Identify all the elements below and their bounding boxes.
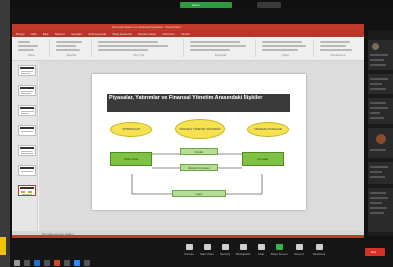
taskbar-app-icon[interactable] bbox=[54, 260, 60, 266]
control-label: Reactions bbox=[312, 252, 326, 256]
people-icon bbox=[239, 244, 247, 250]
slide-thumbnail[interactable] bbox=[18, 85, 36, 96]
arrow-return-to-right bbox=[226, 174, 263, 195]
taskbar-app-icon[interactable] bbox=[64, 260, 70, 266]
zoom-title-pill[interactable]: Zoom bbox=[180, 2, 232, 8]
slide-thumbnail-pane[interactable] bbox=[12, 61, 38, 231]
os-taskbar bbox=[10, 259, 210, 267]
taskbar-app-icon[interactable] bbox=[74, 260, 80, 266]
zoom-title: Zoom bbox=[192, 3, 200, 7]
record-icon bbox=[295, 244, 303, 250]
security-button[interactable]: Security bbox=[218, 244, 232, 260]
menu-item[interactable]: Ekle bbox=[43, 32, 49, 36]
participant-tile[interactable] bbox=[368, 40, 393, 70]
slide-thumbnail[interactable] bbox=[18, 165, 36, 176]
end-label: End bbox=[371, 250, 377, 254]
slide-thumbnail[interactable] bbox=[18, 105, 36, 116]
control-label: Chat bbox=[258, 252, 264, 256]
box-label: Yatırımcılar bbox=[123, 157, 139, 161]
box-return: Getiri bbox=[172, 190, 226, 197]
ribbon-group-drawing[interactable]: Çizim bbox=[258, 39, 314, 57]
ppt-title-bar: Finansal Sistem ve Finansal Piyasalar - … bbox=[12, 24, 364, 31]
menu-item[interactable]: Yardım bbox=[181, 32, 190, 36]
view-options-button[interactable] bbox=[257, 2, 281, 8]
box-funds: Fonlar bbox=[180, 148, 218, 155]
share-screen-button[interactable]: Share Screen bbox=[270, 244, 288, 260]
box-firms: Firmalar bbox=[242, 152, 284, 166]
box-investors: Yatırımcılar bbox=[110, 152, 152, 166]
participant-tile[interactable] bbox=[368, 98, 393, 124]
reactions-button[interactable]: Reactions bbox=[312, 244, 326, 260]
box-label: Menkul Kıymetler bbox=[188, 165, 210, 170]
ppt-status-bar bbox=[12, 235, 364, 238]
microphone-icon bbox=[185, 244, 193, 250]
control-label: Unmute bbox=[184, 252, 194, 256]
ppt-window-title: Finansal Sistem ve Finansal Piyasalar - … bbox=[112, 26, 181, 29]
desk-background bbox=[0, 0, 10, 267]
participant-avatar bbox=[376, 134, 386, 144]
ribbon-group-font[interactable]: Yazı Tipi bbox=[94, 39, 184, 57]
ribbon-group-slides[interactable]: Slaytlar bbox=[52, 39, 92, 57]
sticky-note bbox=[0, 237, 6, 255]
box-label: Getiri bbox=[195, 191, 203, 196]
slide-thumbnail[interactable] bbox=[18, 145, 36, 156]
menu-item[interactable]: Geçişler bbox=[71, 32, 82, 36]
ribbon-group-label: Pano bbox=[27, 53, 35, 57]
taskbar-app-icon[interactable] bbox=[34, 260, 40, 266]
ribbon-group-label: Çizim bbox=[281, 53, 290, 57]
participant-tile[interactable] bbox=[368, 162, 393, 184]
screen: Zoom Finansal Sistem ve Finansal Piyasal… bbox=[0, 0, 393, 267]
participants-panel bbox=[368, 30, 393, 236]
control-label: Participants bbox=[235, 252, 251, 256]
control-label: Start Video bbox=[200, 252, 214, 256]
share-icon bbox=[275, 244, 283, 250]
chat-button[interactable]: Chat bbox=[254, 244, 268, 260]
taskbar-app-icon[interactable] bbox=[44, 260, 50, 266]
zoom-top-bar: Zoom bbox=[10, 0, 393, 10]
taskbar-app-icon[interactable] bbox=[24, 260, 30, 266]
participant-avatar bbox=[372, 43, 379, 50]
control-label: Share Screen bbox=[270, 252, 288, 256]
menu-item[interactable]: Tasarım bbox=[55, 32, 66, 36]
ribbon-group-label: Paragraf bbox=[214, 53, 227, 57]
smiley-icon bbox=[315, 244, 323, 250]
end-meeting-button[interactable]: End bbox=[365, 248, 385, 256]
control-label: Record bbox=[294, 252, 304, 256]
powerpoint-window: Finansal Sistem ve Finansal Piyasalar - … bbox=[12, 24, 364, 238]
box-securities: Menkul Kıymetler bbox=[180, 164, 218, 171]
ribbon-group-clipboard[interactable]: Pano bbox=[14, 39, 50, 57]
participants-button[interactable]: Participants bbox=[236, 244, 250, 260]
shield-icon bbox=[221, 244, 229, 250]
slide-thumbnail[interactable] bbox=[18, 65, 36, 76]
chat-icon bbox=[257, 244, 265, 250]
box-label: Firmalar bbox=[257, 157, 269, 161]
control-label: Security bbox=[219, 252, 231, 256]
slide-thumbnail-selected[interactable] bbox=[18, 185, 36, 196]
arrow-left-to-return bbox=[131, 174, 172, 195]
participant-tile[interactable] bbox=[368, 74, 393, 94]
participant-tile[interactable] bbox=[368, 188, 393, 232]
ribbon-group-editing[interactable]: Düzenleme bbox=[316, 39, 360, 57]
menu-item[interactable]: Slayt Gösterisi bbox=[112, 32, 131, 36]
start-icon[interactable] bbox=[14, 260, 20, 266]
record-button[interactable]: Record bbox=[292, 244, 306, 260]
unmute-button[interactable]: Unmute bbox=[182, 244, 196, 260]
ribbon-group-label: Yazı Tipi bbox=[132, 53, 145, 57]
menu-item[interactable]: Animasyonlar bbox=[88, 32, 106, 36]
start-video-button[interactable]: Start Video bbox=[200, 244, 214, 260]
participant-tile[interactable] bbox=[368, 128, 393, 158]
menu-item[interactable]: Gözden Geçir bbox=[138, 32, 157, 36]
slide-thumbnail[interactable] bbox=[18, 125, 36, 136]
taskbar-app-icon[interactable] bbox=[84, 260, 90, 266]
menu-item[interactable]: Giriş bbox=[31, 32, 37, 36]
current-slide[interactable]: Piyasalar, Yatırımlar ve Finansal Yöneti… bbox=[92, 74, 306, 210]
menu-item[interactable]: Dosya bbox=[16, 32, 25, 36]
ppt-ribbon: Pano Slaytlar Yazı Tipi Paragraf Çizim D… bbox=[12, 37, 364, 61]
menu-item[interactable]: Görünüm bbox=[162, 32, 175, 36]
camera-icon bbox=[203, 244, 211, 250]
box-label: Fonlar bbox=[195, 149, 203, 154]
ribbon-group-label: Slaytlar bbox=[66, 53, 77, 57]
ribbon-group-label: Düzenleme bbox=[330, 53, 346, 57]
ribbon-group-paragraph[interactable]: Paragraf bbox=[186, 39, 256, 57]
